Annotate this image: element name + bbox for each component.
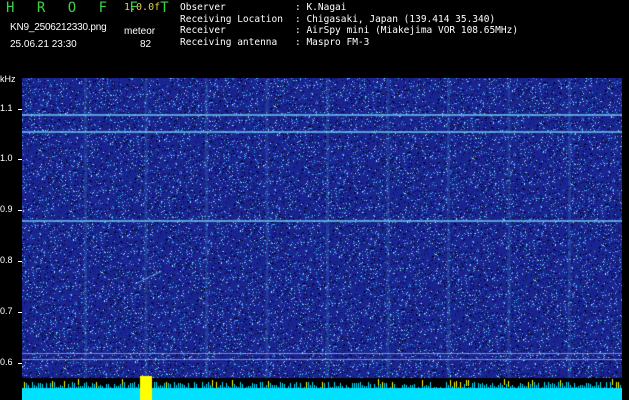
y-axis-unit: kHz [0,74,16,84]
y-tick-label: 0.6 [0,356,13,367]
info-row-observer: Observer : K.Nagai [180,2,518,14]
meteor-count: 82 [140,39,152,50]
waterfall-plot [22,78,622,400]
y-tick-label: 0.8 [0,255,13,266]
y-tick-label: 1.1 [0,102,13,113]
header-panel: H R O F F T 1.0.0f KN9_2506212330.png me… [0,0,629,78]
waterfall-canvas [22,78,622,400]
station-info: Observer : K.Nagai Receiving Location : … [180,2,518,48]
y-tick-label: 0.7 [0,305,13,316]
info-value: : K.Nagai [295,2,347,13]
y-tick-label: 0.9 [0,204,13,215]
info-key: Receiver [180,25,226,36]
info-row-antenna: Receiving antenna : Maspro FM-3 [180,37,518,49]
info-key: Observer [180,2,226,13]
filename-label: KN9_2506212330.png [10,22,107,33]
meteor-label: meteor [124,26,156,37]
info-row-receiver: Receiver : AirSpy mini (Miakejima VOR 10… [180,25,518,37]
info-row-location: Receiving Location : Chigasaki, Japan (1… [180,14,518,26]
info-key: Receiving Location [180,13,283,25]
info-key: Receiving antenna [180,36,278,48]
info-value: : Chigasaki, Japan (139.414 35.340) [295,13,496,25]
info-value: : AirSpy mini (Miakejima VOR 108.65MHz) [295,25,519,36]
datetime-label: 25.06.21 23:30 [10,39,77,50]
info-value: : Maspro FM-3 [295,36,370,48]
version-label: 1.0.0f [124,2,161,13]
y-tick-label: 1.0 [0,153,13,164]
